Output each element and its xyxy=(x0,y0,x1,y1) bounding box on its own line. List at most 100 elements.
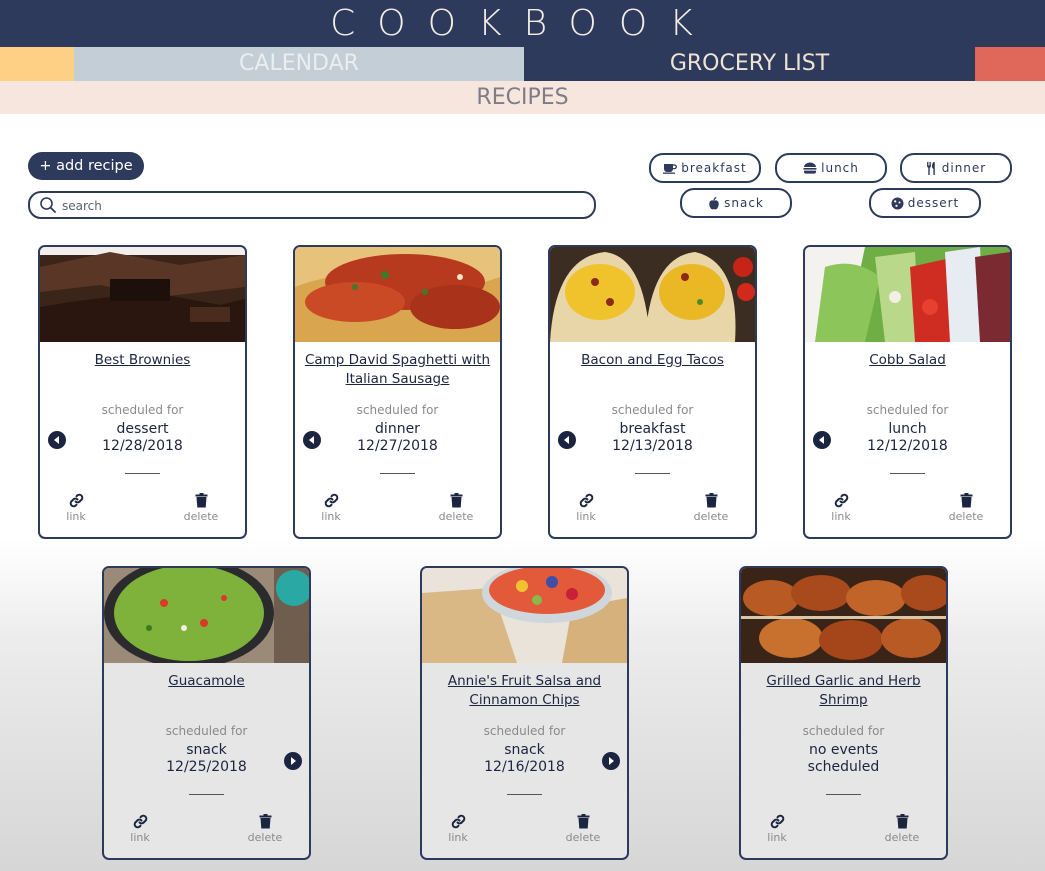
link-label: link xyxy=(448,831,468,844)
scheduled-label: scheduled for xyxy=(165,724,248,738)
recipe-card: Bacon and Egg Tacos scheduled for breakf… xyxy=(548,245,757,539)
link-label: link xyxy=(767,831,787,844)
prev-event-button[interactable] xyxy=(303,431,321,449)
link-icon xyxy=(834,493,848,508)
delete-button[interactable]: delete xyxy=(686,493,736,523)
recipe-title[interactable]: Grilled Garlic and Herb Shrimp xyxy=(749,672,938,710)
filter-breakfast[interactable]: breakfast xyxy=(649,153,761,183)
trash-icon xyxy=(450,493,462,508)
scheduled-meal: snack xyxy=(504,742,545,758)
scheduled-date: 12/27/2018 xyxy=(357,438,438,454)
trash-icon xyxy=(705,493,717,508)
search-icon xyxy=(40,197,56,213)
scheduled-meal: no events xyxy=(808,742,879,758)
filter-label: lunch xyxy=(821,161,859,175)
recipe-title[interactable]: Annie's Fruit Salsa and Cinnamon Chips xyxy=(430,672,619,710)
burger-icon xyxy=(803,162,817,174)
recipe-image-cobb-salad[interactable] xyxy=(805,247,1010,342)
delete-button[interactable]: delete xyxy=(240,814,290,844)
link-button[interactable]: link xyxy=(115,814,165,844)
search-bar xyxy=(28,191,596,219)
link-button[interactable]: link xyxy=(306,493,356,523)
delete-button[interactable]: delete xyxy=(558,814,608,844)
filter-dessert[interactable]: dessert xyxy=(869,188,981,218)
link-button[interactable]: link xyxy=(752,814,802,844)
recipe-image-tacos[interactable] xyxy=(550,247,755,342)
delete-label: delete xyxy=(884,831,920,844)
link-button[interactable]: link xyxy=(561,493,611,523)
cookie-icon xyxy=(891,197,904,209)
trash-icon xyxy=(259,814,271,829)
link-button[interactable]: link xyxy=(433,814,483,844)
trash-icon xyxy=(896,814,908,829)
filter-lunch[interactable]: lunch xyxy=(775,153,887,183)
link-button[interactable]: link xyxy=(816,493,866,523)
nav-accent-left xyxy=(0,47,74,81)
divider xyxy=(125,473,160,474)
apple-icon xyxy=(709,196,719,209)
scheduled-date: 12/12/2018 xyxy=(867,438,948,454)
scheduled-date: 12/28/2018 xyxy=(102,438,183,454)
link-label: link xyxy=(831,510,851,523)
scheduled-label: scheduled for xyxy=(866,403,949,417)
link-icon xyxy=(451,814,465,829)
prev-event-button[interactable] xyxy=(558,431,576,449)
tab-grocery-list[interactable]: GROCERY LIST xyxy=(524,47,975,81)
recipe-image-brownies[interactable] xyxy=(40,247,245,342)
link-label: link xyxy=(321,510,341,523)
link-icon xyxy=(770,814,784,829)
recipe-card: Annie's Fruit Salsa and Cinnamon Chips s… xyxy=(420,566,629,860)
scheduled-label: scheduled for xyxy=(483,724,566,738)
divider xyxy=(380,473,415,474)
scheduled-meal: dinner xyxy=(375,421,420,437)
delete-button[interactable]: delete xyxy=(941,493,991,523)
delete-button[interactable]: delete xyxy=(176,493,226,523)
chevron-right-icon xyxy=(609,757,614,765)
scheduled-label: scheduled for xyxy=(802,724,885,738)
filter-dinner[interactable]: dinner xyxy=(900,153,1012,183)
prev-event-button[interactable] xyxy=(813,431,831,449)
recipe-title[interactable]: Best Brownies xyxy=(48,351,237,370)
scheduled-meal: snack xyxy=(186,742,227,758)
link-label: link xyxy=(576,510,596,523)
recipe-title[interactable]: Camp David Spaghetti with Italian Sausag… xyxy=(303,351,492,389)
recipe-image-fruit-salsa[interactable] xyxy=(422,568,627,663)
delete-button[interactable]: delete xyxy=(431,493,481,523)
scheduled-date: 12/13/2018 xyxy=(612,438,693,454)
link-icon xyxy=(133,814,147,829)
filter-snack[interactable]: snack xyxy=(680,188,792,218)
recipe-title[interactable]: Bacon and Egg Tacos xyxy=(558,351,747,370)
tab-recipes[interactable]: RECIPES xyxy=(0,81,1045,114)
search-input[interactable] xyxy=(60,195,584,217)
scheduled-meal: dessert xyxy=(116,421,169,437)
prev-event-button[interactable] xyxy=(48,431,66,449)
recipe-image-guacamole[interactable] xyxy=(104,568,309,663)
recipe-title[interactable]: Guacamole xyxy=(112,672,301,691)
scheduled-date: 12/25/2018 xyxy=(166,759,247,775)
recipe-title[interactable]: Cobb Salad xyxy=(813,351,1002,370)
link-icon xyxy=(69,493,83,508)
divider xyxy=(826,794,861,795)
next-event-button[interactable] xyxy=(602,752,620,770)
trash-icon xyxy=(195,493,207,508)
recipe-card: Best Brownies scheduled for dessert 12/2… xyxy=(38,245,247,539)
delete-label: delete xyxy=(693,510,729,523)
delete-label: delete xyxy=(565,831,601,844)
link-label: link xyxy=(130,831,150,844)
chevron-left-icon xyxy=(309,436,314,444)
add-recipe-button[interactable]: + add recipe xyxy=(28,152,144,180)
scheduled-date: 12/16/2018 xyxy=(484,759,565,775)
recipe-card: Cobb Salad scheduled for lunch 12/12/201… xyxy=(803,245,1012,539)
delete-button[interactable]: delete xyxy=(877,814,927,844)
scheduled-meal: lunch xyxy=(888,421,927,437)
recipe-image-spaghetti[interactable] xyxy=(295,247,500,342)
recipe-image-shrimp[interactable] xyxy=(741,568,946,663)
recipe-card: Camp David Spaghetti with Italian Sausag… xyxy=(293,245,502,539)
filter-label: dinner xyxy=(941,161,987,175)
scheduled-label: scheduled for xyxy=(101,403,184,417)
divider xyxy=(507,794,542,795)
link-button[interactable]: link xyxy=(51,493,101,523)
chevron-right-icon xyxy=(291,757,296,765)
next-event-button[interactable] xyxy=(284,752,302,770)
tab-calendar[interactable]: CALENDAR xyxy=(74,47,524,81)
